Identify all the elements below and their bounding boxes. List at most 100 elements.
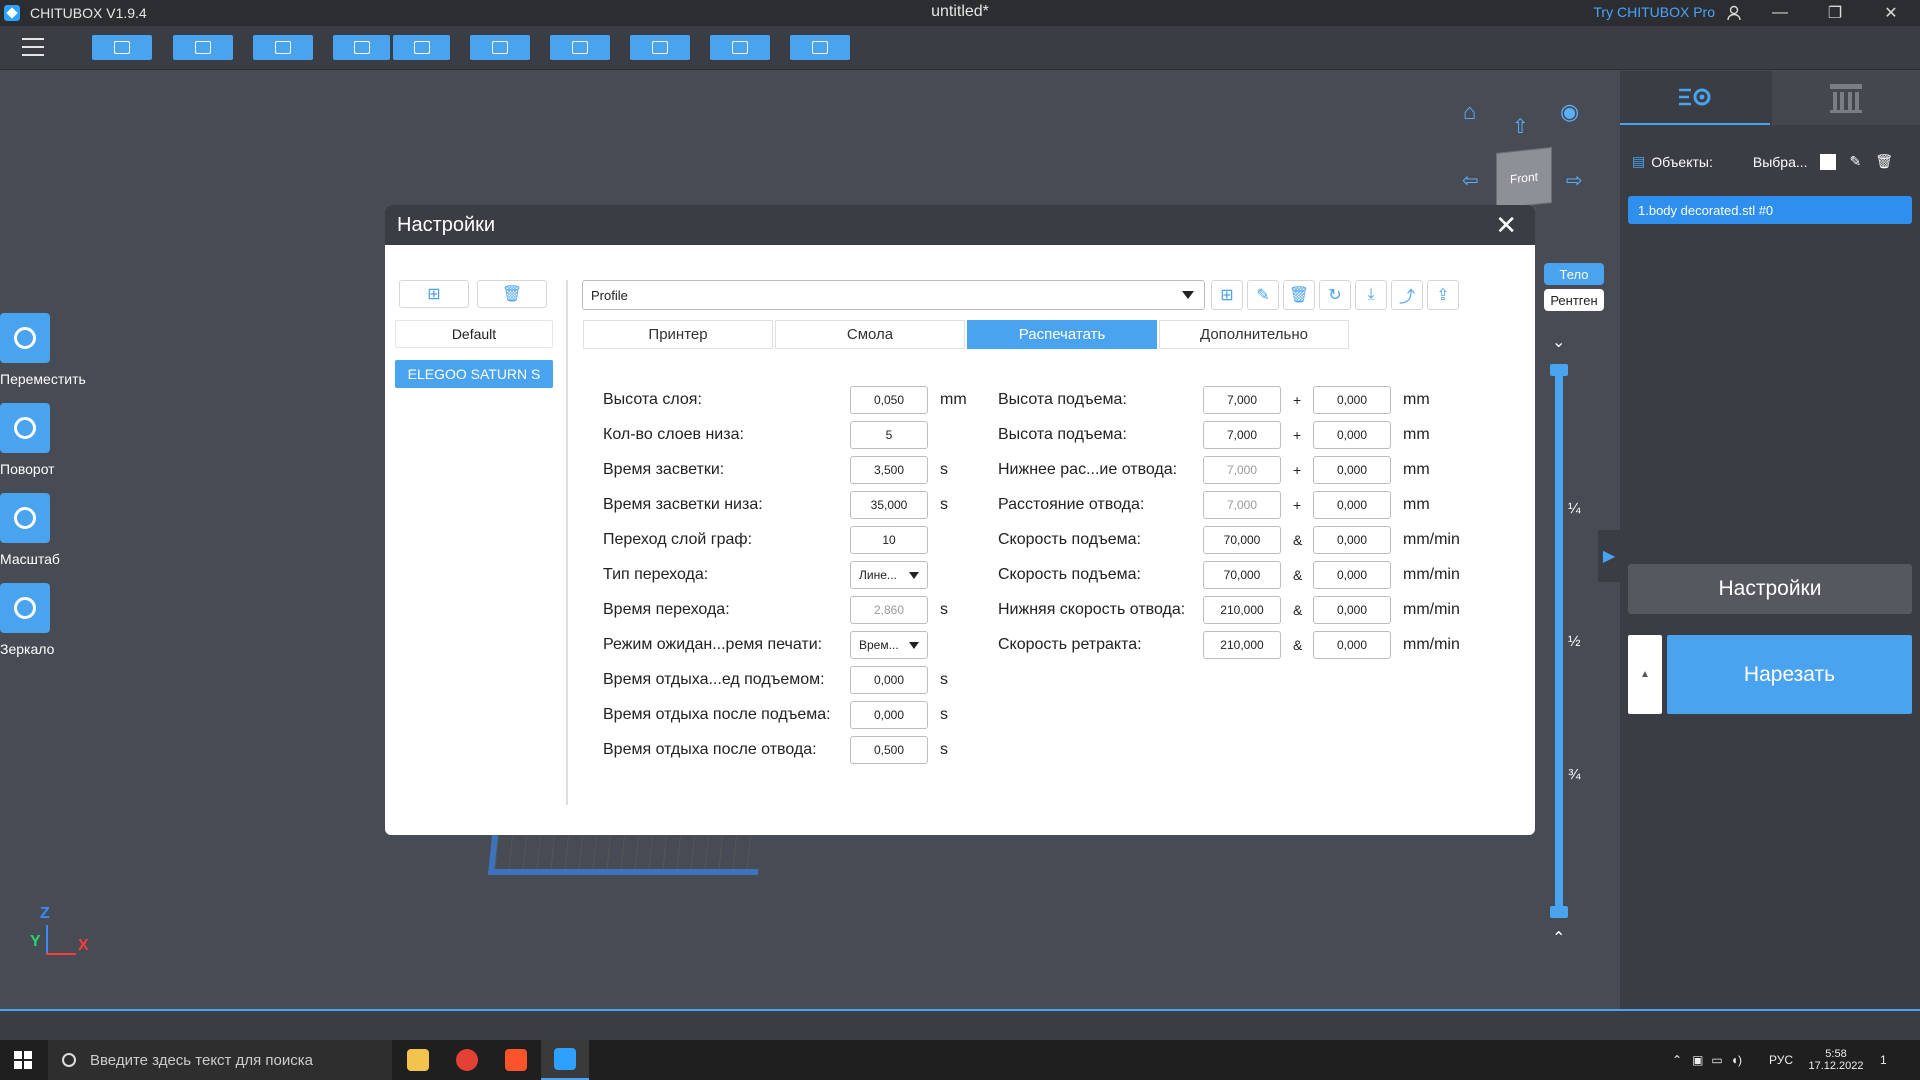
tab-print[interactable]: Распечатать (967, 320, 1157, 349)
notifications-icon[interactable]: 1 (1880, 1040, 1887, 1080)
scale-tool[interactable]: Масштаб (0, 493, 110, 567)
profile-select[interactable]: Profile (582, 280, 1205, 310)
taskbar-brave[interactable] (492, 1040, 540, 1080)
move-tool[interactable]: Переместить (0, 313, 110, 387)
edit-icon[interactable]: ✎ (1850, 153, 1862, 170)
tab-printer[interactable]: Принтер (583, 320, 773, 349)
import-profile-button[interactable]: ⤓ (1355, 280, 1387, 310)
reset-profile-button[interactable]: ↻ (1319, 280, 1351, 310)
top-view-icon[interactable]: ⇧ (1512, 114, 1529, 139)
arrange-button[interactable] (550, 35, 610, 60)
param-input-base[interactable]: 7,000 (1203, 386, 1281, 414)
param-input-offset[interactable]: 0,000 (1313, 631, 1391, 659)
copy-button[interactable] (470, 35, 530, 60)
param-input-base[interactable]: 70,000 (1203, 561, 1281, 589)
param-select[interactable]: Врем... (850, 631, 928, 659)
try-pro-link[interactable]: Try CHITUBOX Pro (1593, 4, 1715, 20)
param-input-base[interactable]: 210,000 (1203, 596, 1281, 624)
save-button[interactable] (173, 35, 233, 60)
menu-icon[interactable] (22, 38, 44, 56)
add-profile-button[interactable]: ⊞ (399, 280, 469, 308)
move-icon[interactable] (0, 313, 50, 363)
taskbar-chrome[interactable] (443, 1040, 491, 1080)
param-input-base[interactable]: 210,000 (1203, 631, 1281, 659)
param-input[interactable]: 0,500 (850, 736, 928, 764)
tab-resin[interactable]: Смола (775, 320, 965, 349)
screenshot-button[interactable] (253, 35, 313, 60)
taskbar-search[interactable]: Введите здесь текст для поиска (48, 1040, 392, 1080)
delete-profile-button[interactable]: 🗑 (477, 280, 547, 308)
param-input-offset[interactable]: 0,000 (1313, 491, 1391, 519)
mirror-icon[interactable] (0, 583, 50, 633)
slice-button[interactable]: Нарезать (1667, 635, 1912, 714)
fill-button[interactable] (710, 35, 770, 60)
supports-panel-tab[interactable] (1772, 71, 1920, 125)
system-tray-icons[interactable]: ⌃ ▣ ▭ ◖) (1672, 1040, 1742, 1080)
settings-button[interactable]: Настройки (1628, 564, 1912, 614)
param-input-offset[interactable]: 0,000 (1313, 456, 1391, 484)
undo-button[interactable] (333, 35, 390, 60)
rename-profile-button[interactable]: ✎ (1247, 280, 1279, 310)
body-view-tab[interactable]: Тело (1544, 263, 1604, 285)
profile-elegoo-saturn-s[interactable]: ELEGOO SATURN S (395, 360, 553, 388)
language-indicator[interactable]: РУС (1769, 1040, 1793, 1080)
param-input[interactable]: 35,000 (850, 491, 928, 519)
profile-default[interactable]: Default (395, 320, 553, 348)
param-select[interactable]: Лине... (850, 561, 928, 589)
share-profile-button[interactable]: ⇪ (1427, 280, 1459, 310)
new-profile-button[interactable]: ⊞ (1211, 280, 1243, 310)
eye-icon[interactable]: ◉ (1560, 99, 1579, 125)
taskbar-explorer[interactable] (394, 1040, 442, 1080)
windows-start-icon[interactable] (14, 1051, 32, 1069)
mirror-tool[interactable]: Зеркало (0, 583, 110, 657)
settings-panel-tab[interactable] (1620, 71, 1770, 125)
param-input[interactable]: 0,000 (850, 666, 928, 694)
close-dialog-button[interactable]: ✕ (1495, 211, 1517, 239)
param-input-base[interactable]: 7,000 (1203, 421, 1281, 449)
chevron-up-icon[interactable]: ⌃ (1552, 928, 1565, 948)
view-cube[interactable]: Front (1496, 147, 1552, 209)
chevron-down-icon[interactable]: ⌄ (1552, 332, 1565, 352)
param-input-base[interactable]: 70,000 (1203, 526, 1281, 554)
meet-icon[interactable]: ▣ (1692, 1053, 1703, 1067)
param-input[interactable]: 3,500 (850, 456, 928, 484)
export-profile-button[interactable]: ⤴ (1391, 280, 1423, 310)
select-all-checkbox[interactable] (1819, 153, 1836, 170)
layer-slider[interactable] (1555, 368, 1563, 912)
taskbar-chitubox[interactable] (541, 1040, 589, 1080)
object-list-item[interactable]: 1.body decorated.stl #0 (1628, 196, 1912, 224)
param-input[interactable]: 0,000 (850, 701, 928, 729)
minimize-button[interactable]: — (1757, 0, 1803, 26)
delete-icon[interactable]: 🗑 (1875, 153, 1893, 170)
slice-options-button[interactable]: ▲ (1628, 635, 1662, 714)
scale-icon[interactable] (0, 493, 50, 543)
account-icon[interactable] (1716, 0, 1752, 26)
panel-toggle-arrow-icon[interactable]: ▶ (1598, 530, 1620, 582)
remove-profile-button[interactable]: 🗑 (1283, 280, 1315, 310)
param-input-offset[interactable]: 0,000 (1313, 386, 1391, 414)
maximize-button[interactable]: ❐ (1812, 0, 1858, 26)
rotate-icon[interactable] (0, 403, 50, 453)
param-input-offset[interactable]: 0,000 (1313, 561, 1391, 589)
rotate-tool[interactable]: Поворот (0, 403, 110, 477)
close-window-button[interactable]: ✕ (1868, 0, 1914, 26)
clock[interactable]: 5:58 17.12.2022 (1806, 1040, 1866, 1080)
param-input-offset[interactable]: 0,000 (1313, 421, 1391, 449)
hollow-button[interactable] (630, 35, 690, 60)
open-file-button[interactable] (92, 35, 152, 60)
right-view-icon[interactable]: ⇨ (1566, 168, 1583, 193)
param-input[interactable]: 5 (850, 421, 928, 449)
left-view-icon[interactable]: ⇦ (1462, 168, 1479, 193)
redo-button[interactable] (393, 35, 450, 60)
slider-top-handle[interactable] (1550, 364, 1568, 376)
param-input-offset[interactable]: 0,000 (1313, 596, 1391, 624)
chevron-up-icon[interactable]: ⌃ (1672, 1053, 1682, 1067)
tab-advanced[interactable]: Дополнительно (1159, 320, 1349, 349)
network-icon[interactable]: ▭ (1711, 1053, 1722, 1067)
export-button[interactable] (790, 35, 850, 60)
param-input[interactable]: 0,050 (850, 386, 928, 414)
volume-icon[interactable]: ◖) (1731, 1053, 1742, 1067)
xray-view-tab[interactable]: Рентген (1544, 289, 1604, 311)
param-input[interactable]: 10 (850, 526, 928, 554)
slider-bottom-handle[interactable] (1550, 906, 1568, 918)
